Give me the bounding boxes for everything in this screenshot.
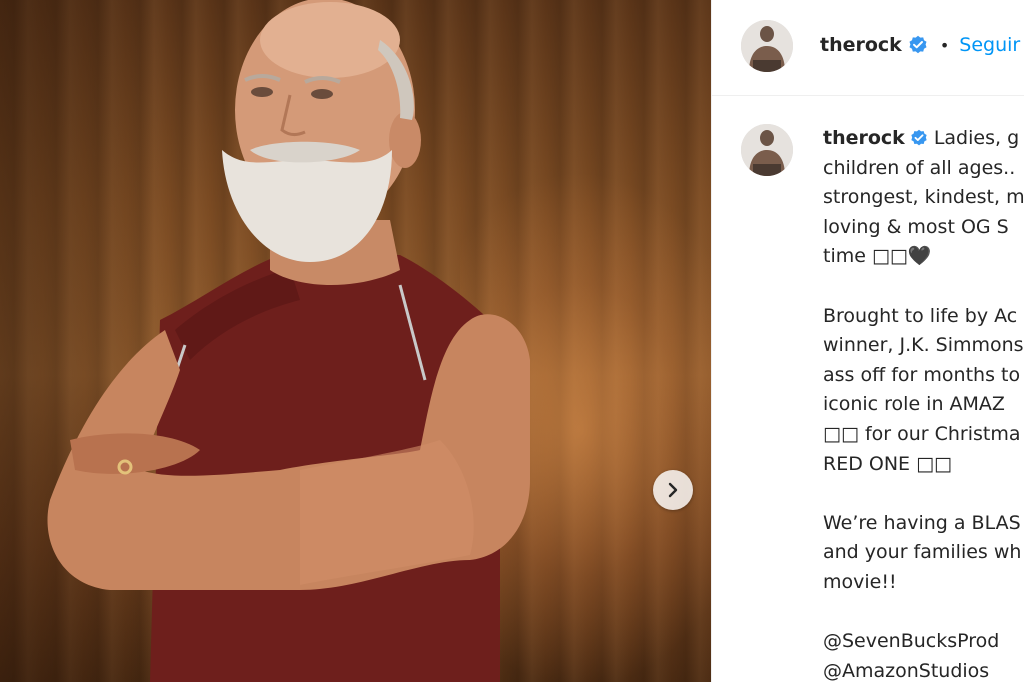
caption-line: therock Ladies, g — [823, 124, 1024, 154]
post-caption: therock Ladies, g children of all ages..… — [823, 124, 1024, 682]
caption-author-avatar[interactable] — [741, 124, 793, 176]
caption-gap — [823, 479, 1024, 509]
caption-text: ass off for months to — [823, 363, 1021, 386]
caption-text: strongest, kindest, m — [823, 186, 1024, 209]
next-photo-button[interactable] — [653, 470, 693, 510]
avatar-image — [741, 124, 793, 176]
post-sidebar: therock • Seguir therock Ladies, g child… — [711, 0, 1024, 682]
caption-text: RED ONE □□ — [823, 452, 952, 475]
caption-text: winner, J.K. Simmons — [823, 334, 1024, 357]
post-photo[interactable] — [0, 0, 711, 682]
caption-text: iconic role in AMAZ — [823, 393, 1005, 416]
caption-text: movie!! — [823, 570, 897, 593]
man-with-beard-illustration — [47, 0, 530, 682]
caption-mention[interactable]: @SevenBucksProd — [823, 627, 1024, 657]
post-header: therock • Seguir — [712, 0, 1024, 96]
caption-text: time □□🖤 — [823, 245, 932, 268]
caption-text: Ladies, g — [933, 127, 1020, 149]
caption-username[interactable]: therock — [823, 127, 905, 149]
caption-text: loving & most OG S — [823, 215, 1009, 238]
caption-text: Brought to life by Ac — [823, 304, 1018, 327]
header-separator: • — [939, 35, 950, 55]
verified-badge-icon — [909, 35, 927, 54]
caption-text: We’re having a BLAS — [823, 511, 1021, 534]
caption-text: and your families wh — [823, 541, 1022, 564]
verified-badge-icon — [911, 129, 927, 146]
caption-gap — [823, 598, 1024, 628]
instagram-post-view: therock • Seguir therock Ladies, g child… — [0, 0, 1024, 682]
caption-text: children of all ages.. — [823, 156, 1016, 179]
avatar-image — [741, 20, 793, 72]
caption-mention[interactable]: @AmazonStudios — [823, 657, 1024, 682]
author-avatar[interactable] — [741, 20, 793, 72]
caption-text: □□ for our Christma — [823, 422, 1021, 445]
follow-button[interactable]: Seguir — [959, 34, 1020, 56]
caption-gap — [823, 272, 1024, 302]
author-username[interactable]: therock — [820, 34, 902, 56]
post-header-line: therock • Seguir — [820, 30, 1020, 60]
chevron-right-icon — [668, 482, 678, 498]
